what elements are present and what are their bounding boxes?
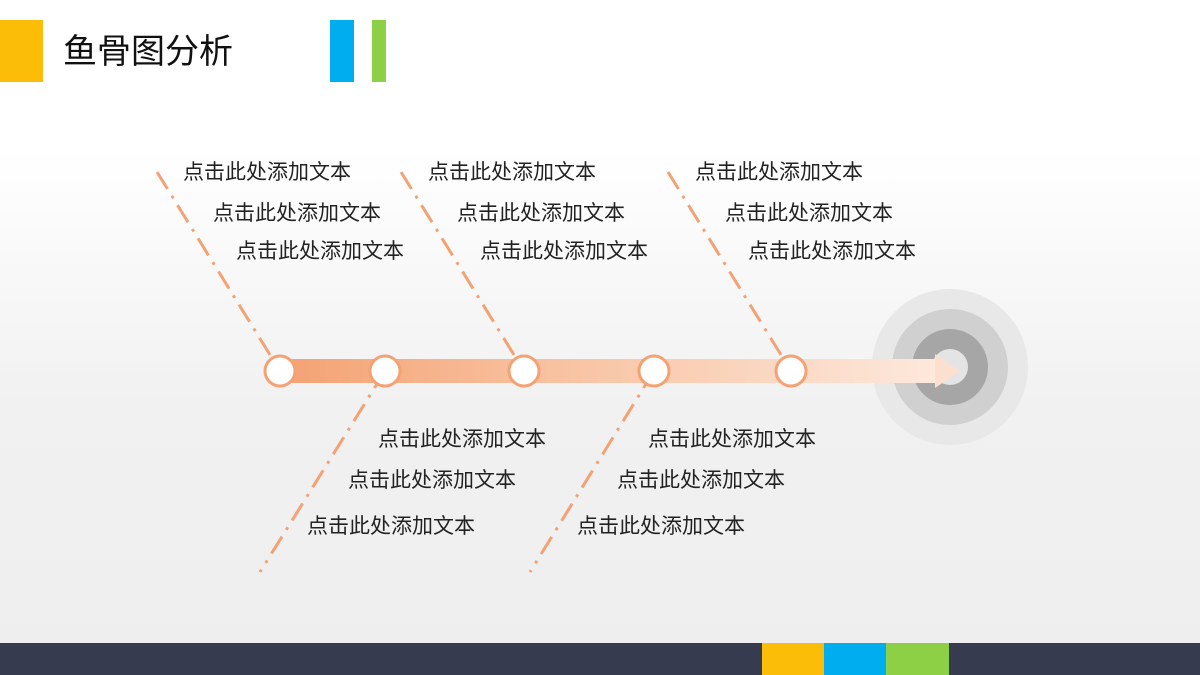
branch-label-top-3-3: 点击此处添加文本 (748, 239, 916, 263)
spine-node (507, 354, 541, 388)
fishbone-diagram (155, 171, 1028, 573)
branch-label-top-2-1: 点击此处添加文本 (428, 160, 596, 184)
branch-label-bottom-1-1: 点击此处添加文本 (378, 427, 546, 451)
branch-label-top-1-3: 点击此处添加文本 (236, 239, 404, 263)
spine-node (368, 354, 402, 388)
branch-label-bottom-1-3: 点击此处添加文本 (307, 514, 475, 538)
branch-label-top-1-2: 点击此处添加文本 (213, 201, 381, 225)
footer-block-green (886, 643, 949, 675)
branch-label-top-3-1: 点击此处添加文本 (695, 160, 863, 184)
branch-label-bottom-2-1: 点击此处添加文本 (648, 427, 816, 451)
branch-label-top-1-1: 点击此处添加文本 (183, 160, 351, 184)
branch-label-top-2-3: 点击此处添加文本 (480, 239, 648, 263)
spine-node (774, 354, 808, 388)
footer-block-yellow (762, 643, 824, 675)
branch-label-bottom-1-2: 点击此处添加文本 (348, 468, 516, 492)
branch-label-top-2-2: 点击此处添加文本 (457, 201, 625, 225)
branch-label-bottom-2-2: 点击此处添加文本 (617, 468, 785, 492)
branch-label-top-3-2: 点击此处添加文本 (725, 201, 893, 225)
spine-node (637, 354, 671, 388)
footer-block-blue (824, 643, 886, 675)
branch-label-bottom-2-3: 点击此处添加文本 (577, 514, 745, 538)
spine-node (263, 354, 297, 388)
footer-bar (0, 643, 1200, 675)
